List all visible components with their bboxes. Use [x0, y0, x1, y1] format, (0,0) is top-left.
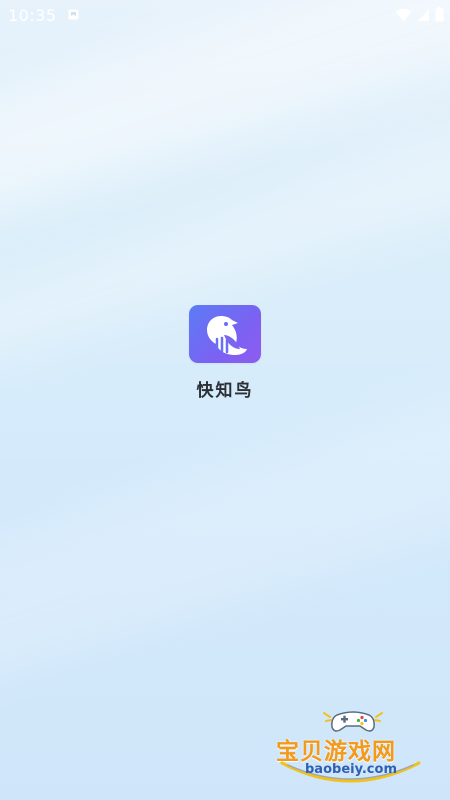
watermark-url-badge: baobeiy.com: [278, 759, 423, 789]
wifi-icon: [395, 8, 412, 21]
battery-icon: [435, 7, 444, 22]
signal-icon: [418, 8, 429, 21]
app-icon[interactable]: [189, 305, 261, 363]
bird-logo-icon: [207, 316, 247, 355]
notification-icon: [68, 9, 79, 20]
status-time: 10:35: [8, 6, 57, 25]
gamepad-icon: [323, 711, 383, 732]
watermark-url: baobeiy.com: [305, 762, 397, 777]
status-icons: [395, 7, 444, 22]
status-bar: 10:35: [0, 0, 450, 30]
app-name: 快知鸟: [196, 381, 254, 401]
app-launch-block: 快知鸟: [0, 305, 450, 401]
watermark: 宝贝游戏网 baobeiy.com: [270, 705, 430, 795]
